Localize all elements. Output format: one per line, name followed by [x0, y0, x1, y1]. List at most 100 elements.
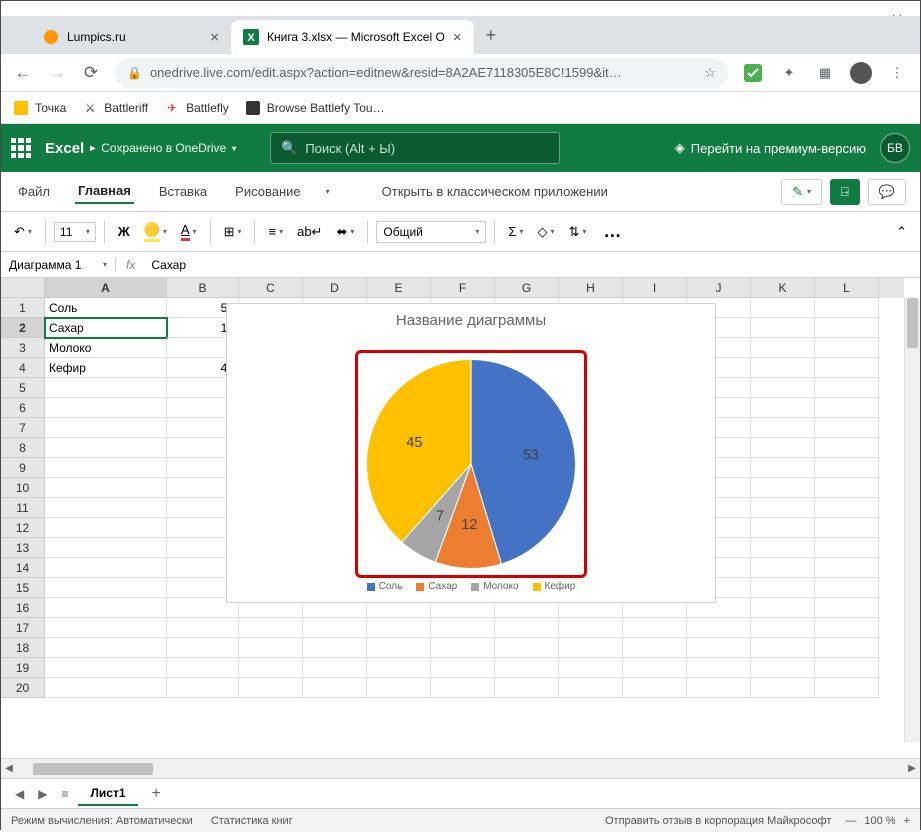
feedback-link[interactable]: Отправить отзыв в корпорация Майкрософт: [605, 815, 831, 827]
row-header-6[interactable]: 6: [1, 398, 45, 418]
column-header-H[interactable]: H: [559, 278, 623, 298]
cell-K10[interactable]: [751, 478, 815, 498]
chart-title[interactable]: Название диаграммы: [227, 304, 715, 333]
add-sheet-button[interactable]: +: [144, 785, 169, 803]
cell-A8[interactable]: [45, 438, 167, 458]
cell-L20[interactable]: [815, 678, 879, 698]
row-header-5[interactable]: 5: [1, 378, 45, 398]
cell-K13[interactable]: [751, 538, 815, 558]
cell-K19[interactable]: [751, 658, 815, 678]
cell-L4[interactable]: [815, 358, 879, 378]
app-launcher-icon[interactable]: [11, 138, 31, 158]
row-header-3[interactable]: 3: [1, 338, 45, 358]
cell-K16[interactable]: [751, 598, 815, 618]
column-header-I[interactable]: I: [623, 278, 687, 298]
column-header-D[interactable]: D: [303, 278, 367, 298]
merge-button[interactable]: ⬌▾: [331, 219, 359, 245]
cell-L8[interactable]: [815, 438, 879, 458]
cell-K11[interactable]: [751, 498, 815, 518]
cell-L5[interactable]: [815, 378, 879, 398]
cell-F19[interactable]: [431, 658, 495, 678]
cell-K14[interactable]: [751, 558, 815, 578]
cell-K15[interactable]: [751, 578, 815, 598]
wrap-text-button[interactable]: ab↵: [292, 219, 327, 245]
tab-file[interactable]: Файл: [15, 180, 53, 203]
cell-A15[interactable]: [45, 578, 167, 598]
row-header-13[interactable]: 13: [1, 538, 45, 558]
row-header-1[interactable]: 1: [1, 298, 45, 318]
comments-button[interactable]: 💬: [868, 179, 906, 205]
row-header-9[interactable]: 9: [1, 458, 45, 478]
column-header-J[interactable]: J: [687, 278, 751, 298]
cell-A3[interactable]: Молоко: [45, 338, 167, 358]
cell-A1[interactable]: Соль: [45, 298, 167, 318]
premium-link[interactable]: ◈ Перейти на премиум-версию: [675, 140, 866, 156]
row-header-20[interactable]: 20: [1, 678, 45, 698]
row-header-12[interactable]: 12: [1, 518, 45, 538]
cell-K18[interactable]: [751, 638, 815, 658]
cell-A12[interactable]: [45, 518, 167, 538]
cell-F18[interactable]: [431, 638, 495, 658]
legend-item-Молоко[interactable]: Молоко: [471, 581, 518, 592]
share-button[interactable]: ⍈: [830, 179, 860, 205]
column-header-E[interactable]: E: [367, 278, 431, 298]
fx-icon[interactable]: fx: [116, 258, 145, 272]
pie-chart[interactable]: 5312745: [359, 354, 583, 574]
cell-K6[interactable]: [751, 398, 815, 418]
cell-E19[interactable]: [367, 658, 431, 678]
cell-L7[interactable]: [815, 418, 879, 438]
cell-L15[interactable]: [815, 578, 879, 598]
row-header-11[interactable]: 11: [1, 498, 45, 518]
cell-A13[interactable]: [45, 538, 167, 558]
scroll-right-button[interactable]: ▶: [904, 763, 920, 774]
cell-A18[interactable]: [45, 638, 167, 658]
cell-L14[interactable]: [815, 558, 879, 578]
row-header-15[interactable]: 15: [1, 578, 45, 598]
horizontal-scrollbar[interactable]: [33, 761, 888, 777]
cell-G17[interactable]: [495, 618, 559, 638]
browser-tab-lumpics[interactable]: Lumpics.ru ×: [31, 20, 231, 54]
reload-button[interactable]: ⟳: [81, 63, 101, 83]
cell-L12[interactable]: [815, 518, 879, 538]
cell-C20[interactable]: [239, 678, 303, 698]
cell-L9[interactable]: [815, 458, 879, 478]
row-header-19[interactable]: 19: [1, 658, 45, 678]
back-button[interactable]: ←: [13, 63, 33, 83]
extensions-icon[interactable]: ✦: [778, 62, 800, 84]
search-input[interactable]: 🔍 Поиск (Alt + Ы): [270, 132, 560, 164]
browser-menu-icon[interactable]: ⋮: [886, 62, 908, 84]
star-icon[interactable]: ☆: [704, 65, 716, 81]
extension-check-icon[interactable]: [742, 62, 764, 84]
row-header-2[interactable]: 2: [1, 318, 45, 338]
sort-button[interactable]: ⇅▾: [563, 219, 591, 245]
edit-mode-button[interactable]: ✎▾: [781, 179, 822, 205]
cell-H18[interactable]: [559, 638, 623, 658]
undo-button[interactable]: ↶▾: [9, 219, 37, 245]
legend-item-Сахар[interactable]: Сахар: [416, 581, 457, 592]
clear-button[interactable]: ◇▾: [532, 219, 559, 245]
cell-L10[interactable]: [815, 478, 879, 498]
cell-L6[interactable]: [815, 398, 879, 418]
chart[interactable]: Название диаграммы 5312745 СольСахарМоло…: [226, 303, 716, 603]
cell-J20[interactable]: [687, 678, 751, 698]
cell-K9[interactable]: [751, 458, 815, 478]
cell-L17[interactable]: [815, 618, 879, 638]
cell-L16[interactable]: [815, 598, 879, 618]
cell-L1[interactable]: [815, 298, 879, 318]
cell-K12[interactable]: [751, 518, 815, 538]
number-format-select[interactable]: Общий▾: [376, 221, 486, 243]
bookmark-battlefy[interactable]: Browse Battlefy Tou…: [245, 100, 385, 116]
forward-button[interactable]: →: [47, 63, 67, 83]
cell-G18[interactable]: [495, 638, 559, 658]
column-header-G[interactable]: G: [495, 278, 559, 298]
cell-L2[interactable]: [815, 318, 879, 338]
cell-A10[interactable]: [45, 478, 167, 498]
close-icon[interactable]: ×: [210, 29, 219, 46]
extension-grid-icon[interactable]: ▦: [814, 62, 836, 84]
borders-button[interactable]: ⊞▾: [219, 219, 247, 245]
cell-K5[interactable]: [751, 378, 815, 398]
cell-K1[interactable]: [751, 298, 815, 318]
cell-K4[interactable]: [751, 358, 815, 378]
cell-A19[interactable]: [45, 658, 167, 678]
select-all-button[interactable]: [1, 278, 45, 298]
